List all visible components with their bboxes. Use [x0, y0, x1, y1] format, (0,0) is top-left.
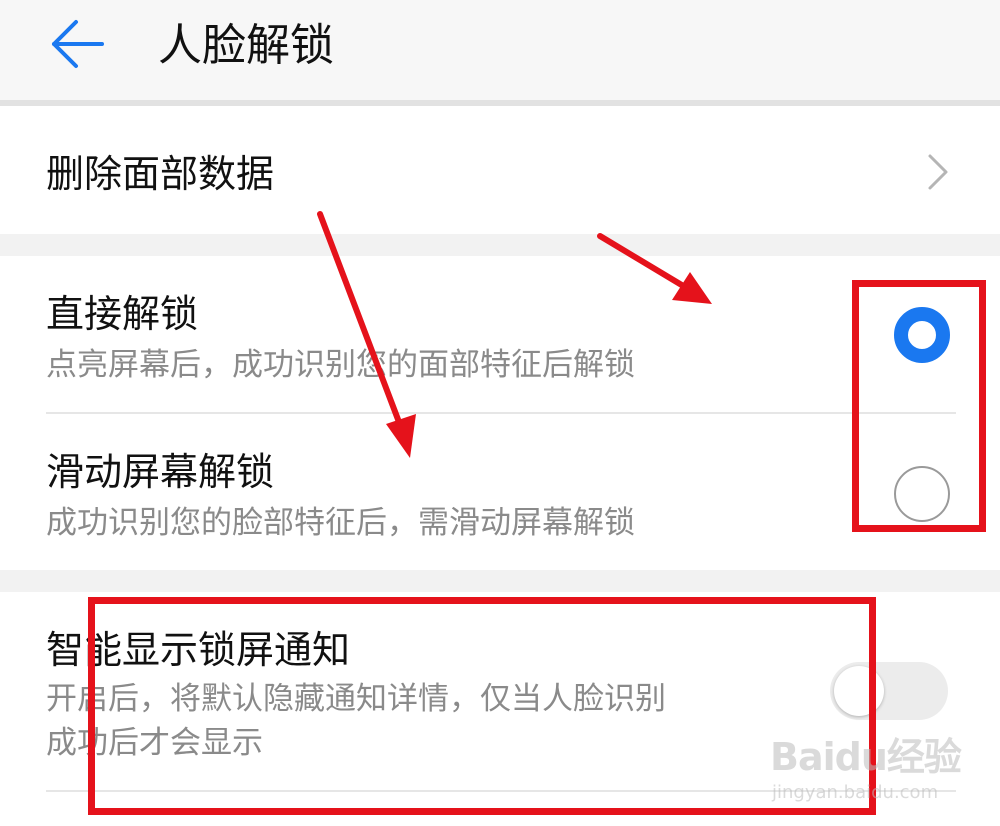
annotation-box-radios	[852, 280, 986, 532]
unlock-option-direct[interactable]: 直接解锁 点亮屏幕后，成功识别您的面部特征后解锁	[0, 256, 1000, 414]
unlock-option-subtitle: 成功识别您的脸部特征后，需滑动屏幕解锁	[46, 505, 635, 541]
baidu-watermark: Baidu经验 jingyan.baidu.com	[770, 734, 970, 814]
unlock-option-subtitle: 点亮屏幕后，成功识别您的面部特征后解锁	[46, 347, 635, 383]
delete-face-data-row[interactable]: 删除面部数据	[0, 106, 1000, 234]
unlock-option-swipe[interactable]: 滑动屏幕解锁 成功识别您的脸部特征后，需滑动屏幕解锁	[0, 414, 1000, 570]
delete-face-data-label: 删除面部数据	[46, 152, 275, 196]
page-title: 人脸解锁	[158, 20, 334, 71]
annotation-box-notification	[88, 597, 876, 815]
unlock-option-title: 直接解锁	[46, 292, 199, 336]
section-gap	[0, 570, 1000, 592]
watermark-main: Baidu经验	[770, 735, 962, 779]
app-header: 人脸解锁	[0, 0, 1000, 100]
watermark-sub: jingyan.baidu.com	[772, 782, 939, 803]
face-unlock-screen: 人脸解锁 删除面部数据 直接解锁 点亮屏幕后，成功识别您的面部特征后解锁 滑动屏…	[0, 0, 1000, 826]
section-gap	[0, 234, 1000, 256]
chevron-right-icon	[928, 154, 948, 190]
arrow-left-icon[interactable]	[46, 12, 110, 76]
unlock-option-title: 滑动屏幕解锁	[46, 450, 275, 494]
